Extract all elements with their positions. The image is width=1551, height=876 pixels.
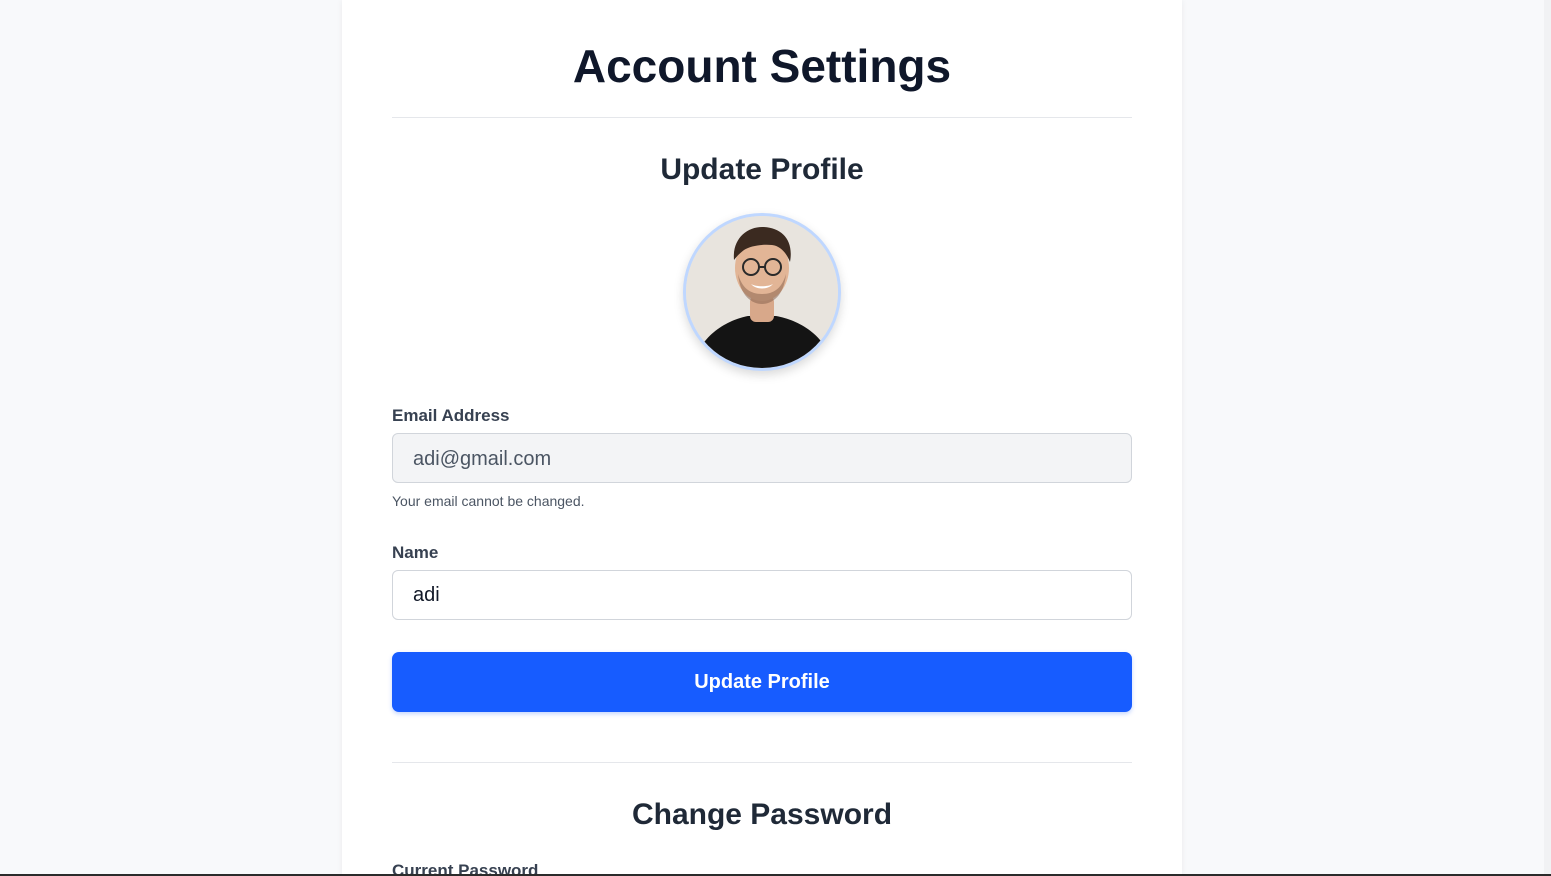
settings-card: Account Settings Update Profile Email Ad… xyxy=(342,0,1182,876)
update-profile-button[interactable]: Update Profile xyxy=(392,652,1132,712)
name-input[interactable] xyxy=(392,570,1132,620)
name-label: Name xyxy=(392,543,439,562)
update-profile-title: Update Profile xyxy=(660,153,864,186)
page: Account Settings Update Profile Email Ad… xyxy=(0,0,1551,876)
email-field: adi@gmail.com xyxy=(392,433,1132,483)
avatar-photo xyxy=(686,216,838,368)
divider xyxy=(392,117,1132,118)
email-hint: Your email cannot be changed. xyxy=(392,493,585,509)
avatar[interactable] xyxy=(683,213,841,371)
change-password-title: Change Password xyxy=(631,798,893,831)
email-label: Email Address xyxy=(392,406,510,425)
page-title: Account Settings xyxy=(572,40,952,92)
divider xyxy=(392,762,1132,763)
scrollbar-track[interactable] xyxy=(1544,0,1551,876)
